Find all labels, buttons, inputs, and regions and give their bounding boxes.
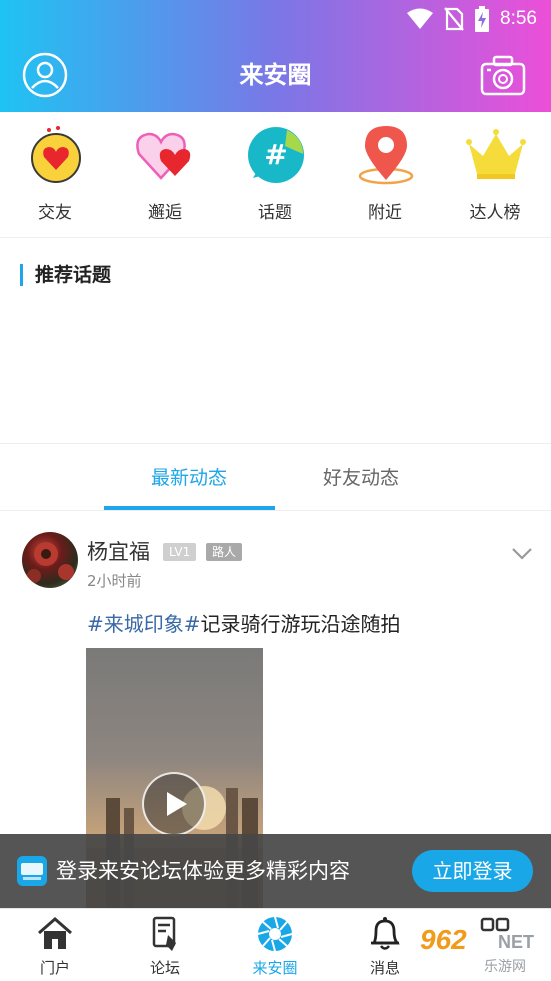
post-timestamp: 2小时前 xyxy=(87,572,142,590)
play-icon xyxy=(167,792,187,816)
quick-link-label: 交友 xyxy=(38,203,72,223)
quick-link-label: 附近 xyxy=(368,203,402,223)
svg-text:#: # xyxy=(264,138,287,171)
no-sim-icon xyxy=(444,7,464,31)
page-title: 来安圈 xyxy=(239,61,312,89)
heart-chat-icon xyxy=(31,126,81,183)
crown-icon xyxy=(466,129,526,179)
quick-link-topics[interactable]: # 话题 xyxy=(220,112,330,238)
login-prompt-banner: 登录来安论坛体验更多精彩内容 立即登录 xyxy=(0,834,551,908)
avatar-flower-image xyxy=(27,542,74,583)
status-icons: 8:56 xyxy=(406,6,537,32)
nav-label: 来安圈 xyxy=(252,959,298,977)
quick-links: 交友 邂逅 # 话题 附近 达人榜 xyxy=(0,112,551,238)
feed-tabs: 最新动态 好友动态 xyxy=(0,445,551,511)
chevron-down-icon[interactable] xyxy=(510,546,534,562)
play-button[interactable] xyxy=(142,772,206,836)
top-header-area: 8:56 来安圈 xyxy=(0,0,551,112)
role-badge: 路人 xyxy=(206,543,243,561)
login-button[interactable]: 立即登录 xyxy=(412,850,533,892)
status-time: 8:56 xyxy=(500,8,537,29)
tab-latest[interactable]: 最新动态 xyxy=(104,445,274,511)
status-bar: 8:56 xyxy=(0,0,551,38)
location-pin-icon xyxy=(358,126,414,185)
app-logo-icon xyxy=(17,856,47,886)
nav-label: 论坛 xyxy=(149,959,180,977)
quick-link-encounter[interactable]: 邂逅 xyxy=(110,112,220,238)
logo-mark xyxy=(21,863,43,880)
login-prompt-text: 登录来安论坛体验更多精彩内容 xyxy=(56,859,350,883)
quick-link-ranking[interactable]: 达人榜 xyxy=(440,112,550,238)
nav-item-portal[interactable]: 门户 xyxy=(0,909,110,981)
hashtag-icon: # xyxy=(248,127,304,183)
quick-link-label: 邂逅 xyxy=(148,203,182,223)
avatar[interactable] xyxy=(22,532,78,588)
quick-link-label: 话题 xyxy=(258,203,292,223)
nav-item-circle[interactable]: 来安圈 xyxy=(220,909,330,981)
nav-label: 门户 xyxy=(39,959,70,977)
active-tab-indicator xyxy=(104,506,275,510)
battery-charging-icon xyxy=(475,6,490,32)
watermark-net: NET xyxy=(498,932,534,952)
post-topic-tag[interactable]: #来城印象# xyxy=(87,612,201,636)
camera-icon[interactable] xyxy=(479,52,527,98)
post-content: #来城印象#记录骑行游玩沿途随拍 xyxy=(87,608,401,637)
site-watermark: 962 NET 乐游网 xyxy=(420,920,548,978)
tab-friends[interactable]: 好友动态 xyxy=(276,445,446,511)
home-icon xyxy=(38,917,72,949)
wifi-icon xyxy=(407,8,434,29)
double-heart-icon xyxy=(136,132,191,180)
quick-link-friends[interactable]: 交友 xyxy=(0,112,110,238)
post-author-name[interactable]: 杨宜福 xyxy=(87,536,150,566)
nav-item-forum[interactable]: 论坛 xyxy=(110,909,220,981)
recommended-topics-section: 推荐话题 xyxy=(0,238,551,444)
post-body-text: 记录骑行游玩沿途随拍 xyxy=(200,612,401,636)
section-title: 推荐话题 xyxy=(20,264,111,286)
bell-icon xyxy=(371,917,400,950)
forum-icon xyxy=(152,916,176,951)
app-header: 来安圈 xyxy=(0,38,551,112)
aperture-icon xyxy=(257,916,293,952)
watermark-number: 962 xyxy=(420,924,467,955)
quick-link-nearby[interactable]: 附近 xyxy=(330,112,440,238)
level-badge: LV1 xyxy=(163,543,197,561)
watermark-sub: 乐游网 xyxy=(484,959,526,975)
quick-link-label: 达人榜 xyxy=(469,203,521,223)
